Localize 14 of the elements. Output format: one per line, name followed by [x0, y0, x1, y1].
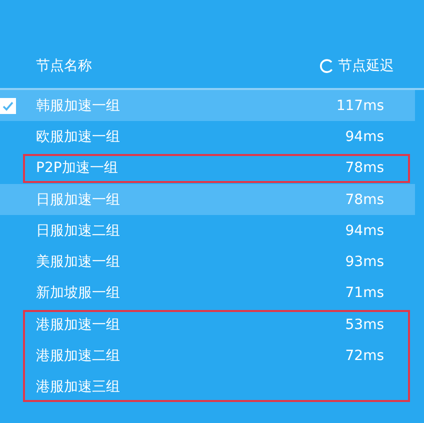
column-header: 节点延迟	[338, 57, 394, 75]
server-row[interactable]: 港服加速二组 72ms	[0, 340, 415, 372]
server-row[interactable]: 欧服加速一组 94ms	[0, 121, 415, 153]
column-header: 节点名称	[36, 57, 92, 75]
server-row[interactable]: 港服加速一组 53ms	[0, 309, 415, 340]
server-row[interactable]: 日服加速一组 78ms	[0, 184, 415, 216]
server-row[interactable]: 港服加速三组	[0, 372, 415, 403]
server-row[interactable]: 新加坡服一组 71ms	[0, 278, 415, 310]
server-row[interactable]: P2P加速一组 78ms	[0, 152, 415, 184]
checkbox-checked-icon[interactable]	[0, 98, 16, 114]
server-row[interactable]: 韩服加速一组 117ms	[0, 90, 415, 122]
server-row[interactable]: 美服加速一组 93ms	[0, 246, 415, 278]
server-row[interactable]: 日服加速二组 94ms	[0, 215, 415, 246]
refresh-icon[interactable]	[319, 58, 334, 74]
